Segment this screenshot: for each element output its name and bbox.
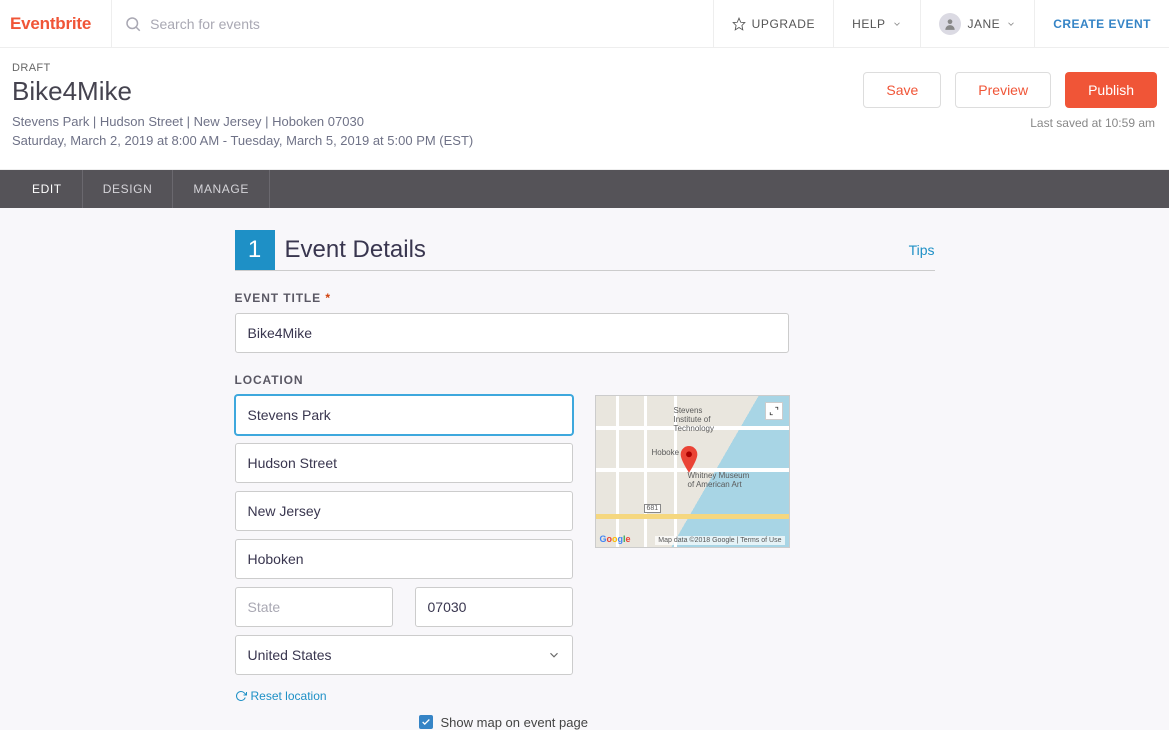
show-map-label: Show map on event page xyxy=(441,715,588,730)
map-poi-label: Stevens Institute of Technology xyxy=(674,406,714,433)
section-number: 1 xyxy=(235,230,275,270)
tab-bar: EDIT DESIGN MANAGE xyxy=(0,170,1169,208)
expand-map-button[interactable] xyxy=(765,402,783,420)
form-area: 1 Event Details Tips EVENT TITLE * LOCAT… xyxy=(0,208,1169,730)
status-badge: DRAFT xyxy=(12,62,863,74)
refresh-icon xyxy=(235,690,247,702)
upgrade-button[interactable]: UPGRADE xyxy=(713,0,834,47)
help-menu[interactable]: HELP xyxy=(833,0,919,47)
avatar xyxy=(939,13,961,35)
venue-input[interactable] xyxy=(235,395,573,435)
star-icon xyxy=(732,17,746,31)
tab-design[interactable]: DESIGN xyxy=(83,170,174,208)
preview-button[interactable]: Preview xyxy=(955,72,1051,108)
section-title: Event Details xyxy=(285,236,909,264)
location-label: LOCATION xyxy=(235,373,935,387)
map-pin-icon xyxy=(678,446,700,476)
user-menu[interactable]: JANE xyxy=(920,0,1035,47)
publish-button[interactable]: Publish xyxy=(1065,72,1157,108)
search-bar[interactable] xyxy=(111,0,712,47)
nav-right: UPGRADE HELP JANE CREATE EVENT xyxy=(713,0,1169,47)
page-header: DRAFT Bike4Mike Stevens Park | Hudson St… xyxy=(0,48,1169,170)
save-button[interactable]: Save xyxy=(863,72,941,108)
city-input[interactable] xyxy=(235,539,573,579)
logo[interactable]: Eventbrite xyxy=(0,14,111,34)
map-preview[interactable]: Stevens Institute of Technology Hoboke W… xyxy=(595,395,790,548)
search-input[interactable] xyxy=(150,16,450,32)
chevron-down-icon xyxy=(1006,19,1016,29)
event-title-input[interactable] xyxy=(235,313,789,353)
map-poi-label: Hoboke xyxy=(652,448,680,457)
upgrade-label: UPGRADE xyxy=(752,17,816,31)
country-select[interactable] xyxy=(235,635,573,675)
tab-edit[interactable]: EDIT xyxy=(12,170,83,208)
map-route-label: 681 xyxy=(644,504,662,513)
event-title-label: EVENT TITLE * xyxy=(235,291,935,305)
address2-input[interactable] xyxy=(235,491,573,531)
user-name: JANE xyxy=(968,17,1001,31)
event-location-summary: Stevens Park | Hudson Street | New Jerse… xyxy=(12,113,863,132)
user-icon xyxy=(943,17,957,31)
expand-icon xyxy=(769,406,779,416)
create-event-button[interactable]: CREATE EVENT xyxy=(1034,0,1169,47)
map-road xyxy=(596,514,789,519)
page-title: Bike4Mike xyxy=(12,76,863,107)
tab-manage[interactable]: MANAGE xyxy=(173,170,270,208)
help-label: HELP xyxy=(852,17,885,31)
postal-input[interactable] xyxy=(415,587,573,627)
show-map-checkbox[interactable] xyxy=(419,715,433,729)
search-icon xyxy=(124,15,142,33)
state-input[interactable] xyxy=(235,587,393,627)
last-saved-text: Last saved at 10:59 am xyxy=(1030,116,1157,130)
section-header: 1 Event Details Tips xyxy=(235,230,935,271)
google-logo: Google xyxy=(600,534,631,544)
event-date-summary: Saturday, March 2, 2019 at 8:00 AM - Tue… xyxy=(12,132,863,151)
chevron-down-icon xyxy=(892,19,902,29)
top-nav: Eventbrite UPGRADE HELP JANE CREATE EVEN… xyxy=(0,0,1169,48)
address-input[interactable] xyxy=(235,443,573,483)
reset-location-link[interactable]: Reset location xyxy=(235,689,573,703)
map-attribution: Map data ©2018 Google | Terms of Use xyxy=(655,536,784,545)
tips-link[interactable]: Tips xyxy=(909,242,935,258)
show-map-checkbox-row[interactable]: Show map on event page xyxy=(419,715,935,730)
check-icon xyxy=(421,717,431,727)
